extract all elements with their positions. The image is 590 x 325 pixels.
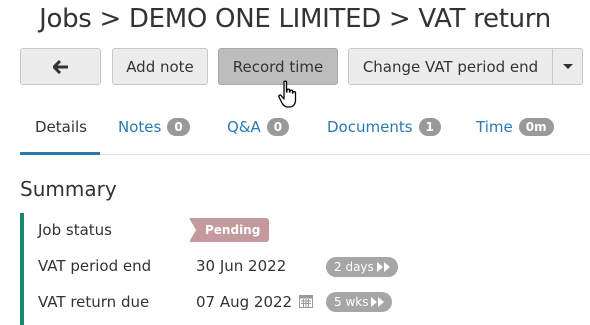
tab-details[interactable]: Details (35, 118, 87, 136)
tab-label: Q&A (227, 118, 261, 136)
tab-label: Details (35, 118, 88, 136)
job-status-label: Job status (38, 221, 112, 239)
tab-selected-indicator (20, 152, 100, 155)
count-badge: 0 (266, 118, 290, 136)
tab-label: Documents (327, 118, 413, 136)
back-button[interactable] (20, 48, 101, 85)
change-vat-period-end-button[interactable]: Change VAT period end (348, 48, 553, 85)
page-title: Jobs > DEMO ONE LIMITED > VAT return (39, 4, 551, 34)
tab-label: Time (476, 118, 513, 136)
calendar-icon[interactable] (299, 294, 313, 308)
hand-pointer-icon (278, 80, 297, 108)
fast-forward-icon (371, 297, 385, 307)
vat-return-due-label: VAT return due (38, 293, 150, 311)
count-badge: 0 (167, 118, 190, 136)
summary-heading: Summary (20, 177, 117, 201)
arrow-left-icon (52, 59, 68, 74)
fast-forward-icon (376, 262, 390, 272)
count-badge: 1 (418, 118, 441, 136)
duration-text: 5 wks (334, 295, 369, 309)
count-badge: 0m (518, 118, 554, 136)
status-badge-text: Pending (205, 223, 261, 237)
tab-qa[interactable]: Q&A 0 (227, 118, 290, 136)
tab-time[interactable]: Time 0m (476, 118, 554, 136)
tab-documents[interactable]: Documents 1 (327, 118, 441, 136)
caret-down-icon (562, 64, 573, 69)
vat-period-end-value: 30 Jun 2022 (196, 257, 287, 275)
vat-return-due-value: 07 Aug 2022 (196, 293, 293, 311)
vat-return-due-duration-badge: 5 wks (326, 292, 393, 312)
summary-accent-bar (20, 213, 24, 325)
tab-bar: Details Notes 0 Q&A 0 Documents 1 Time 0… (20, 108, 590, 155)
vat-options-dropdown-button[interactable] (552, 48, 583, 85)
vat-period-end-duration-badge: 2 days (326, 257, 398, 277)
tab-notes[interactable]: Notes 0 (118, 118, 190, 136)
add-note-button[interactable]: Add note (112, 48, 208, 85)
vat-period-end-label: VAT period end (38, 257, 152, 275)
status-badge: Pending (188, 218, 270, 242)
tab-label: Notes (118, 118, 162, 136)
duration-text: 2 days (334, 260, 374, 274)
